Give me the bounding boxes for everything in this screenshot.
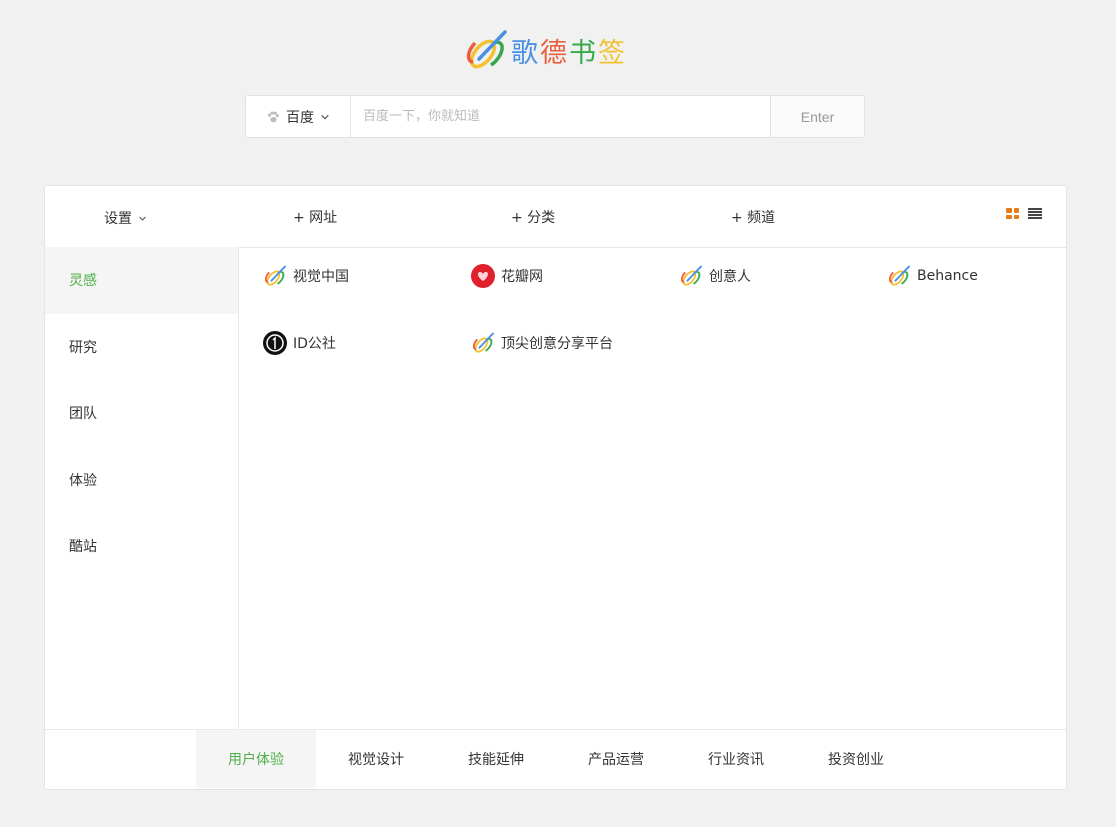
site-label: 花瓣网 xyxy=(501,269,543,285)
site-link[interactable]: 花瓣网 xyxy=(471,264,543,288)
add-category-button[interactable]: + 分类 xyxy=(511,207,555,227)
search-input[interactable] xyxy=(351,96,770,137)
sidebar-item-team[interactable]: 团队 xyxy=(45,380,238,447)
category-sidebar: 灵感 研究 团队 体验 酷站 xyxy=(45,247,239,731)
search-bar: 百度 Enter xyxy=(245,95,865,138)
settings-label: 设置 xyxy=(104,211,132,227)
site-label: 顶尖创意分享平台 xyxy=(501,336,613,352)
site-label: Behance xyxy=(917,268,978,284)
sidebar-item-label: 研究 xyxy=(69,339,97,356)
gede-logo-icon xyxy=(263,264,287,288)
gede-logo-icon xyxy=(466,30,507,69)
search-enter-button[interactable]: Enter xyxy=(770,96,864,137)
tab-user-experience[interactable]: 用户体验 xyxy=(196,730,316,788)
sidebar-item-cool-sites[interactable]: 酷站 xyxy=(45,513,238,580)
tab-label: 视觉设计 xyxy=(348,752,404,768)
channel-tabs: 用户体验 视觉设计 技能延伸 产品运营 行业资讯 投资创业 xyxy=(45,729,1066,789)
gede-logo-icon xyxy=(471,331,495,355)
add-url-button[interactable]: + 网址 xyxy=(293,207,337,227)
add-category-label: + 分类 xyxy=(511,210,556,226)
gede-logo-icon xyxy=(679,264,703,288)
logo-char-4: 签 xyxy=(598,37,627,69)
tab-label: 技能延伸 xyxy=(468,752,524,768)
list-view-icon[interactable] xyxy=(1028,208,1042,219)
tab-skill-extension[interactable]: 技能延伸 xyxy=(436,730,556,788)
logo-char-2: 德 xyxy=(540,37,569,69)
idgongshe-icon xyxy=(263,331,287,355)
sidebar-item-label: 酷站 xyxy=(69,539,97,556)
site-link[interactable]: 创意人 xyxy=(679,264,751,288)
logo-char-3: 书 xyxy=(569,37,598,69)
site-label: ID公社 xyxy=(293,336,336,352)
site-link[interactable]: Behance xyxy=(887,264,978,288)
tab-investment-startup[interactable]: 投资创业 xyxy=(796,730,916,788)
tab-product-operations[interactable]: 产品运营 xyxy=(556,730,676,788)
add-channel-label: + 频道 xyxy=(731,210,776,226)
site-link[interactable]: 顶尖创意分享平台 xyxy=(471,331,613,355)
chevron-down-icon xyxy=(321,114,329,119)
site-label: 创意人 xyxy=(709,269,751,285)
sidebar-item-inspiration[interactable]: 灵感 xyxy=(45,247,238,314)
logo-char-1: 歌 xyxy=(511,37,540,69)
add-channel-button[interactable]: + 频道 xyxy=(731,207,775,227)
search-engine-select[interactable]: 百度 xyxy=(246,96,351,137)
sidebar-item-label: 体验 xyxy=(69,472,97,489)
sidebar-item-research[interactable]: 研究 xyxy=(45,314,238,381)
paw-icon xyxy=(267,110,279,122)
gede-logo-icon xyxy=(887,264,911,288)
tab-label: 投资创业 xyxy=(828,752,884,768)
logo-text: 歌 德 书 签 xyxy=(511,31,627,70)
site-logo[interactable]: 歌 德 书 签 xyxy=(465,28,627,72)
chevron-down-icon xyxy=(139,216,146,221)
panel-toolbar: 设置 + 网址 + 分类 + 频道 xyxy=(45,186,1066,248)
tab-label: 行业资讯 xyxy=(708,752,764,768)
sidebar-item-label: 团队 xyxy=(69,406,97,423)
sidebar-item-experience[interactable]: 体验 xyxy=(45,447,238,514)
view-toggles xyxy=(1006,208,1042,219)
tab-label: 用户体验 xyxy=(228,752,284,768)
tab-industry-news[interactable]: 行业资讯 xyxy=(676,730,796,788)
site-link[interactable]: ID公社 xyxy=(263,331,336,355)
tab-visual-design[interactable]: 视觉设计 xyxy=(316,730,436,788)
site-grid: 视觉中国 花瓣网 创意人 Behance ID公社 顶尖创意分享平台 xyxy=(263,247,1066,731)
site-label: 视觉中国 xyxy=(293,269,349,285)
bookmark-panel: 设置 + 网址 + 分类 + 频道 灵感 研究 团队 体验 酷站 视觉中国 花瓣… xyxy=(44,185,1067,790)
sidebar-item-label: 灵感 xyxy=(69,273,97,290)
grid-view-icon[interactable] xyxy=(1006,208,1019,219)
settings-dropdown[interactable]: 设置 xyxy=(104,208,147,228)
site-link[interactable]: 视觉中国 xyxy=(263,264,349,288)
tab-label: 产品运营 xyxy=(588,752,644,768)
add-url-label: + 网址 xyxy=(293,210,338,226)
huaban-icon xyxy=(471,264,495,288)
search-engine-label: 百度 xyxy=(286,109,314,126)
